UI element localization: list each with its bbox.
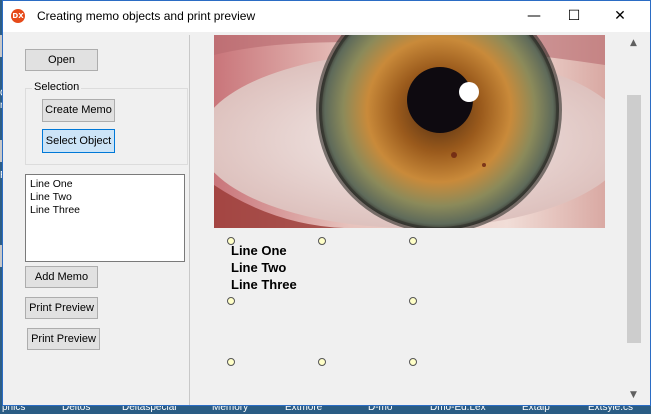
maximize-icon: ☐ [567, 8, 581, 24]
selection-group-title: Selection [32, 81, 82, 93]
maximize-button[interactable]: ☐ [551, 1, 597, 32]
drawing-canvas[interactable]: Line One Line Two Line Three [196, 35, 628, 405]
resize-handle-top-left[interactable] [227, 237, 235, 245]
memo-object[interactable]: Line One Line Two Line Three [231, 242, 297, 293]
memo-object-line: Line Three [231, 277, 297, 292]
eye-photo-image[interactable] [214, 35, 605, 228]
print-preview-button-2[interactable]: Print Preview [27, 328, 100, 350]
desktop-item: phics [2, 405, 26, 413]
resize-handle-bottom-left[interactable] [227, 358, 235, 366]
desktop-taskbar-strip: phics Deltos Deltaspecial Memory Extmore… [0, 405, 651, 414]
app-logo-icon: DX [11, 9, 25, 23]
resize-handle-top[interactable] [318, 237, 326, 245]
print-preview-button[interactable]: Print Preview [25, 297, 98, 319]
select-object-button[interactable]: Select Object [42, 129, 115, 153]
resize-handle-right[interactable] [409, 297, 417, 305]
desktop-item: Dmo-Ed.Lex [430, 405, 486, 413]
close-icon: ✕ [614, 8, 626, 24]
left-control-panel: Open Selection Create Memo Select Object… [9, 35, 190, 405]
memo-text-box[interactable]: Line One Line Two Line Three [25, 174, 185, 262]
scroll-down-icon[interactable]: ▼ [625, 387, 642, 404]
vertical-scrollbar[interactable]: ▲ ▼ [625, 35, 642, 405]
desktop-item: Extalp [522, 405, 550, 413]
create-memo-button[interactable]: Create Memo [42, 99, 115, 122]
desktop-item: Deltos [62, 405, 91, 413]
desktop-item: Extsyle.cs [588, 405, 634, 413]
memo-line: Line One [30, 178, 73, 190]
scroll-up-icon[interactable]: ▲ [625, 35, 642, 52]
memo-object-line: Line Two [231, 260, 287, 275]
app-window: DX Creating memo objects and print previ… [2, 0, 651, 406]
minimize-icon: — [527, 8, 541, 24]
memo-line: Line Two [30, 191, 72, 203]
resize-handle-bottom-right[interactable] [409, 358, 417, 366]
window-title: Creating memo objects and print preview [37, 9, 256, 23]
resize-handle-bottom[interactable] [318, 358, 326, 366]
desktop-item: Extmore [285, 405, 323, 413]
desktop-item: Memory [212, 405, 249, 413]
desktop-item: D-mo [368, 405, 393, 413]
eye-photo-icon [214, 35, 605, 228]
memo-object-line: Line One [231, 243, 287, 258]
desktop-item: Deltaspecial [122, 405, 177, 413]
title-bar[interactable]: DX Creating memo objects and print previ… [3, 1, 650, 32]
close-button[interactable]: ✕ [597, 1, 643, 32]
add-memo-button[interactable]: Add Memo [25, 266, 98, 288]
resize-handle-top-right[interactable] [409, 237, 417, 245]
memo-line: Line Three [30, 204, 81, 216]
resize-handle-left[interactable] [227, 297, 235, 305]
client-area: Open Selection Create Memo Select Object… [3, 32, 650, 405]
selection-group: Selection Create Memo Select Object [25, 81, 188, 165]
scroll-thumb[interactable] [627, 95, 641, 343]
open-button[interactable]: Open [25, 49, 98, 71]
